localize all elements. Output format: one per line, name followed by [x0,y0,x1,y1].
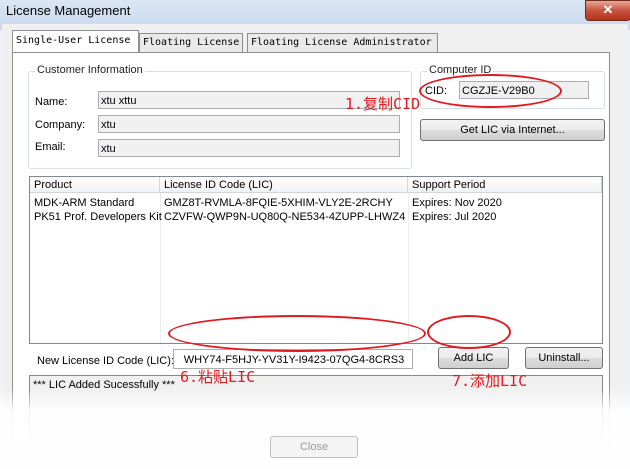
table-row-2-lic[interactable]: CZVFW-QWP9N-UQ80Q-NE534-4ZUPP-LHWZ4 [164,210,405,224]
uninstall-button[interactable]: Uninstall... [525,347,603,369]
column-header-support-period[interactable]: Support Period [408,177,602,193]
license-list: Product License ID Code (LIC) Support Pe… [29,176,603,344]
table-row-1-lic[interactable]: GMZ8T-RVMLA-8FQIE-5XHIM-VLY2E-2RCHY [164,196,393,210]
computer-id-title: Computer ID [427,64,494,76]
name-label: Name: [35,96,68,108]
email-field[interactable]: xtu [98,139,400,157]
column-separator [408,193,409,343]
column-header-product[interactable]: Product [30,177,160,193]
annotation-paste-lic: 6.粘贴LIC [180,368,256,386]
annotation-add-lic: 7.添加LIC [452,372,528,390]
dialog-client-area: Single-User License Floating License Flo… [2,24,628,467]
table-row-1-product[interactable]: MDK-ARM Standard [34,196,134,210]
close-icon: ✕ [602,2,614,17]
tab-floating-license[interactable]: Floating License [139,33,243,52]
close-button[interactable]: Close [270,436,358,458]
status-message: *** LIC Added Sucessfully *** [33,379,175,391]
window-close-button[interactable]: ✕ [585,0,630,21]
cid-label: CID: [425,85,447,97]
column-header-lic[interactable]: License ID Code (LIC) [160,177,408,193]
table-row-1-support-period[interactable]: Expires: Nov 2020 [412,196,502,210]
customer-information-title: Customer Information [35,64,145,76]
title-bar: License Management ✕ [0,0,630,22]
company-field[interactable]: xtu [98,115,400,133]
tab-floating-license-administrator[interactable]: Floating License Administrator [247,33,438,52]
table-row-2-support-period[interactable]: Expires: Jul 2020 [412,210,496,224]
window-title: License Management [6,3,131,18]
email-label: Email: [35,141,66,153]
add-lic-button[interactable]: Add LIC [438,347,509,369]
new-lic-label: New License ID Code (LIC): [37,355,174,367]
table-row-2-product[interactable]: PK51 Prof. Developers Kit [34,210,162,224]
annotation-copy-cid: 1.复制CID [345,95,421,113]
license-management-window: License Management ✕ Single-User License… [0,0,630,469]
get-lic-via-internet-button[interactable]: Get LIC via Internet... [420,119,605,141]
tab-single-user-license[interactable]: Single-User License [12,30,139,52]
cid-field[interactable]: CGZJE-V29B0 [459,81,589,99]
company-label: Company: [35,119,86,131]
